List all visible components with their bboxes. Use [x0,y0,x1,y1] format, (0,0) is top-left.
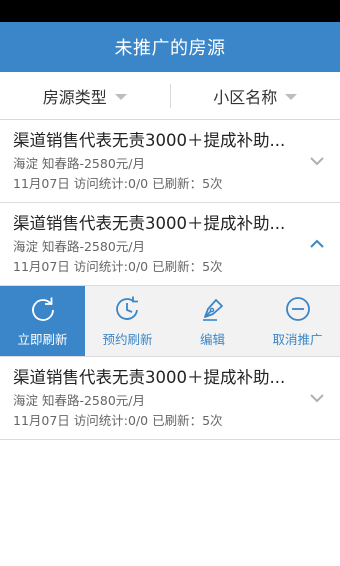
listing-title: 渠道销售代表无责3000＋提成补助... [13,214,286,233]
listing-location: 海淀 知春路-2580元/月 [13,156,146,171]
listing-item[interactable]: 渠道销售代表无责3000＋提成补助... 海淀 知春路-2580元/月 11月0… [0,357,340,440]
cancel-promotion-label: 取消推广 [272,331,323,347]
listing-actions-bar: 立即刷新 预约刷新 编辑 取消推广 [0,286,340,357]
title-bar: 未推广的房源 [0,22,340,72]
listing-stats: 11月07日 访问统计:0/0 已刷新：5次 [13,176,223,191]
listing-item[interactable]: 渠道销售代表无责3000＋提成补助... 海淀 知春路-2580元/月 11月0… [0,203,340,286]
caret-down-icon [285,93,298,100]
chevron-up-icon[interactable] [310,237,324,251]
edit-label: 编辑 [199,331,225,347]
scheduled-refresh-button[interactable]: 预约刷新 [85,286,170,356]
listing-stats: 11月07日 访问统计:0/0 已刷新：5次 [13,259,223,274]
minus-circle-icon [285,296,310,321]
edit-button[interactable]: 编辑 [170,286,255,356]
listing-location: 海淀 知春路-2580元/月 [13,393,146,408]
pen-icon [202,298,223,321]
chevron-down-icon[interactable] [310,391,324,405]
filter-community-name[interactable]: 小区名称 [171,72,340,119]
refresh-now-label: 立即刷新 [17,331,68,347]
refresh-now-button[interactable]: 立即刷新 [0,286,85,356]
cancel-promotion-button[interactable]: 取消推广 [255,286,340,356]
refresh-icon [31,297,54,321]
listing-item[interactable]: 渠道销售代表无责3000＋提成补助... 海淀 知春路-2580元/月 11月0… [0,120,340,203]
scheduled-refresh-icon [115,296,138,320]
caret-down-icon [114,93,127,100]
filter-property-type-label: 房源类型 [42,87,107,107]
listing-list: 渠道销售代表无责3000＋提成补助... 海淀 知春路-2580元/月 11月0… [0,120,340,440]
listing-location: 海淀 知春路-2580元/月 [13,239,146,254]
filter-bar: 房源类型 小区名称 [0,72,340,120]
listing-title: 渠道销售代表无责3000＋提成补助... [13,368,286,387]
status-bar [0,0,340,22]
filter-community-name-label: 小区名称 [213,87,278,107]
listing-stats: 11月07日 访问统计:0/0 已刷新：5次 [13,413,223,428]
filter-property-type[interactable]: 房源类型 [0,72,170,119]
listing-title: 渠道销售代表无责3000＋提成补助... [13,131,286,150]
chevron-down-icon[interactable] [310,154,324,168]
scheduled-refresh-label: 预约刷新 [102,331,153,347]
page-title: 未推广的房源 [114,38,226,59]
